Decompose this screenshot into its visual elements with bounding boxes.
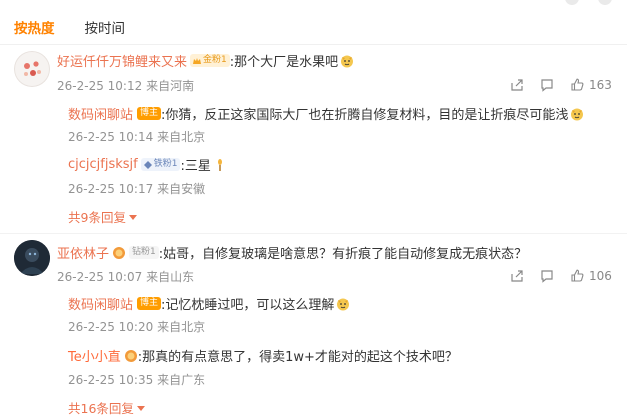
comment-actions: 163 — [510, 77, 612, 92]
comment-text: :那个大厂是水果吧 — [229, 55, 339, 70]
reply-meta: 26-2-25 10:35 来自广东 — [68, 371, 205, 388]
like-button[interactable]: 163 — [570, 77, 612, 92]
comment-username[interactable]: 亚依林子 — [57, 243, 109, 262]
reply-time: 26-2-25 10:35 — [68, 373, 154, 387]
comment-line: 亚依林子 钻粉1 :姑哥，自修复玻璃是啥意思？有折痕了能自动修复成无痕状态？ — [57, 243, 527, 262]
comment-icon — [541, 78, 553, 92]
like-count: 163 — [589, 77, 612, 92]
avatar[interactable] — [14, 240, 50, 276]
more-replies-link[interactable]: 共9条回复 — [68, 207, 137, 226]
share-button[interactable] — [510, 269, 524, 283]
reply-time: 26-2-25 10:14 — [68, 130, 154, 144]
reply-line: Te小小直 :那真的有点意思了，得卖1w+才能对的起这个技术吧？ — [68, 346, 458, 365]
reply-username[interactable]: 数码闲聊站 — [68, 294, 133, 313]
reply-meta: 26-2-25 10:20 来自北京 — [68, 318, 205, 335]
comment-text: :姑哥，自修复玻璃是啥意思？有折痕了能自动修复成无痕状态？ — [158, 247, 528, 262]
comment-username[interactable]: 好运仟仟万锦鲤来又来 — [57, 51, 187, 70]
comment-line: 好运仟仟万锦鲤来又来 金粉1 :那个大厂是水果吧 — [57, 51, 354, 70]
comment-time: 26-2-25 10:07 — [57, 270, 143, 284]
share-button[interactable] — [510, 78, 524, 92]
reply-button[interactable] — [540, 78, 554, 92]
reply-location: 来自安徽 — [157, 182, 206, 196]
like-count: 106 — [589, 268, 612, 283]
avatar-image — [14, 51, 50, 87]
doge-emoji-icon — [571, 108, 584, 120]
top-circle — [598, 0, 612, 5]
reply-meta: 26-2-25 10:17 来自安徽 — [68, 180, 205, 197]
doge-emoji-icon — [341, 55, 354, 67]
reply-time: 26-2-25 10:17 — [68, 182, 154, 196]
reply-meta: 26-2-25 10:14 来自北京 — [68, 128, 205, 145]
reply-time: 26-2-25 10:20 — [68, 320, 154, 334]
share-icon — [511, 269, 523, 282]
tabs-divider — [0, 44, 627, 45]
reply-text: :三星 — [180, 159, 211, 174]
more-replies-label: 共9条回复 — [68, 210, 126, 225]
avatar[interactable] — [14, 51, 50, 87]
fan-badge[interactable]: 铁粉1 — [140, 158, 181, 171]
medal-icon — [124, 349, 137, 362]
tab-by-time[interactable]: 按时间 — [85, 17, 126, 37]
like-icon — [571, 269, 584, 282]
fan-badge-label: 金粉1 — [203, 55, 227, 65]
reply-username[interactable]: cjcjcjfjsksjf — [68, 157, 138, 172]
tab-by-heat[interactable]: 按热度 — [14, 17, 55, 37]
more-replies-link[interactable]: 共16条回复 — [68, 398, 145, 417]
reply-username[interactable]: 数码闲聊站 — [68, 104, 133, 123]
reply-line: cjcjcjfjsksjf 铁粉1 :三星 — [68, 155, 227, 174]
reply-location: 来自北京 — [157, 130, 206, 144]
reply-text: :那真的有点意思了，得卖1w+才能对的起这个技术吧？ — [137, 350, 458, 365]
reply-button[interactable] — [540, 269, 554, 283]
caret-down-icon — [128, 215, 137, 220]
top-circle — [565, 0, 579, 5]
reply-location: 来自北京 — [157, 320, 206, 334]
medal-icon — [113, 246, 126, 259]
candle-emoji-icon — [217, 158, 222, 171]
reply-username[interactable]: Te小小直 — [68, 346, 121, 365]
share-icon — [511, 78, 523, 91]
comment-location: 来自山东 — [146, 270, 195, 284]
top-edge — [0, 0, 627, 5]
like-icon — [571, 78, 584, 91]
sort-tabs: 按热度 按时间 — [14, 17, 125, 37]
comment-divider — [0, 233, 627, 234]
reply-location: 来自广东 — [157, 373, 206, 387]
blogger-badge: 博主 — [137, 297, 162, 310]
avatar-image — [14, 240, 50, 276]
like-button[interactable]: 106 — [570, 268, 612, 283]
comment-meta: 26-2-25 10:12 来自河南 — [57, 77, 194, 94]
fan-badge-label: 铁粉1 — [153, 159, 178, 169]
crown-icon — [193, 57, 202, 64]
more-replies-label: 共16条回复 — [68, 401, 134, 416]
diamond-icon — [143, 160, 152, 169]
fan-badge[interactable]: 钻粉1 — [129, 246, 159, 259]
fan-badge[interactable]: 金粉1 — [190, 54, 230, 67]
comment-meta: 26-2-25 10:07 来自山东 — [57, 268, 194, 285]
comment-icon — [541, 269, 553, 283]
reply-line: 数码闲聊站 博主 :记忆枕睡过吧，可以这么理解 — [68, 294, 350, 313]
reply-text: :记忆枕睡过吧，可以这么理解 — [161, 298, 335, 313]
comment-time: 26-2-25 10:12 — [57, 79, 143, 93]
comment-location: 来自河南 — [146, 79, 195, 93]
caret-down-icon — [136, 406, 145, 411]
blogger-badge: 博主 — [137, 107, 162, 120]
comment-actions: 106 — [510, 268, 612, 283]
reply-text: :你猜，反正这家国际大厂也在折腾自修复材料，目的是让折痕尽可能浅 — [161, 108, 569, 123]
doge-emoji-icon — [337, 298, 350, 310]
reply-line: 数码闲聊站 博主 :你猜，反正这家国际大厂也在折腾自修复材料，目的是让折痕尽可能… — [68, 104, 584, 123]
